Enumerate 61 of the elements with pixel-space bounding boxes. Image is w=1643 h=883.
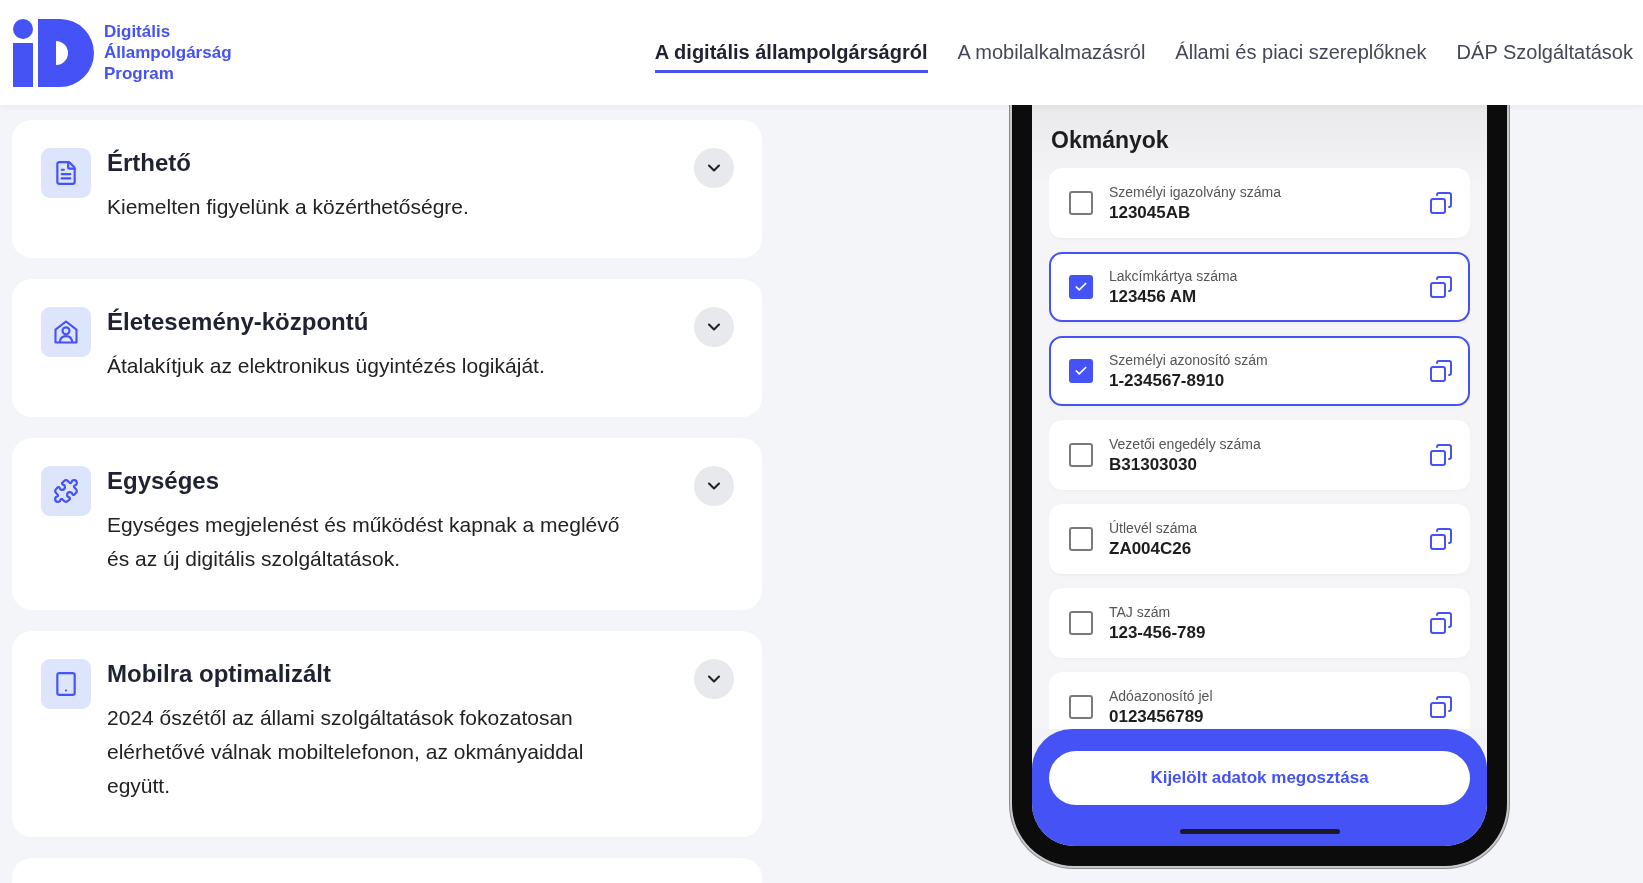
- document-label: TAJ szám: [1109, 603, 1172, 620]
- document-number: 1-234567-8910: [1109, 370, 1226, 391]
- check-icon: [1074, 364, 1088, 378]
- document-label: Adóazonosító jel: [1109, 687, 1214, 704]
- checkbox[interactable]: [1069, 443, 1093, 467]
- share-button[interactable]: Kijelölt adatok megosztása: [1049, 751, 1470, 805]
- copy-icon[interactable]: [1429, 611, 1453, 635]
- expand-button[interactable]: [694, 466, 734, 506]
- document-item[interactable]: Útlevél száma ZA004C26: [1049, 504, 1470, 574]
- nav-link[interactable]: A digitális állampolgárságról: [654, 32, 928, 73]
- document-label: Személyi igazolvány száma: [1109, 183, 1282, 200]
- expand-button[interactable]: [694, 307, 734, 347]
- copy-icon[interactable]: [1429, 443, 1453, 467]
- feature-description: Egységes megjelenést és működést kapnak a meglévő és az új digitális szolgáltatások.: [107, 512, 621, 572]
- feature-description: Kiemelten figyelünk a közérthetőségre.: [107, 194, 470, 220]
- copy-icon[interactable]: [1429, 695, 1453, 719]
- nav-link[interactable]: Állami és piaci szereplőknek: [1175, 32, 1427, 73]
- document-label: Lakcímkártya száma: [1109, 267, 1239, 284]
- logo-text: Digitális Állampolgárság Program: [104, 21, 232, 84]
- puzzle-icon: [53, 478, 79, 504]
- feature-title: Életesemény-központú: [107, 307, 370, 337]
- checkbox[interactable]: [1069, 275, 1093, 299]
- document-item[interactable]: Vezetői engedély száma B31303030: [1049, 420, 1470, 490]
- copy-icon[interactable]: [1429, 359, 1453, 383]
- checkbox[interactable]: [1069, 611, 1093, 635]
- copy-icon[interactable]: [1429, 527, 1453, 551]
- document-item[interactable]: Személyi azonosító szám 1-234567-8910: [1049, 336, 1470, 406]
- checkbox[interactable]: [1069, 695, 1093, 719]
- feature-title: Érthető: [107, 148, 192, 178]
- document-item[interactable]: Lakcímkártya száma 123456 AM: [1049, 252, 1470, 322]
- copy-icon[interactable]: [1429, 275, 1453, 299]
- document-label: Személyi azonosító szám: [1109, 351, 1269, 368]
- feature-description: 2024 őszétől az állami szolgáltatások fokozatosan elérhetővé válnak mobiltelefonon, az okmányaiddal együtt.: [107, 705, 585, 799]
- document-number: 123045AB: [1109, 202, 1192, 223]
- feature-description: Átalakítjuk az elektronikus ügyintézés logikáját.: [107, 353, 546, 379]
- screen-title: Okmányok: [1051, 127, 1170, 154]
- check-icon: [1074, 280, 1088, 294]
- checkbox[interactable]: [1069, 359, 1093, 383]
- document-label: Útlevél száma: [1109, 519, 1198, 536]
- expand-button[interactable]: [694, 659, 734, 699]
- house-person-icon: [52, 318, 80, 346]
- document-number: 0123456789: [1109, 706, 1205, 727]
- document-label: Vezetői engedély száma: [1109, 435, 1262, 452]
- tablet-icon: [53, 671, 79, 697]
- document-item[interactable]: TAJ szám 123-456-789: [1049, 588, 1470, 658]
- feature-title: Egységes: [107, 466, 221, 496]
- checkbox[interactable]: [1069, 191, 1093, 215]
- nav-link[interactable]: A mobilalkalmazásról: [957, 32, 1146, 73]
- document-number: 123-456-789: [1109, 622, 1207, 643]
- document-item[interactable]: Adóazonosító jel 0123456789: [1049, 672, 1470, 729]
- document-item[interactable]: Személyi igazolvány száma 123045AB: [1049, 168, 1470, 238]
- feature-title: Mobilra optimalizált: [107, 659, 332, 689]
- nav-link[interactable]: DÁP Szolgáltatások: [1456, 32, 1633, 73]
- document-number: 123456 AM: [1109, 286, 1198, 307]
- expand-button[interactable]: [694, 148, 734, 188]
- document-number: ZA004C26: [1109, 538, 1193, 559]
- copy-icon[interactable]: [1429, 191, 1453, 215]
- document-icon: [53, 160, 79, 186]
- logo-icon: [12, 18, 94, 87]
- checkbox[interactable]: [1069, 527, 1093, 551]
- document-number: B31303030: [1109, 454, 1198, 475]
